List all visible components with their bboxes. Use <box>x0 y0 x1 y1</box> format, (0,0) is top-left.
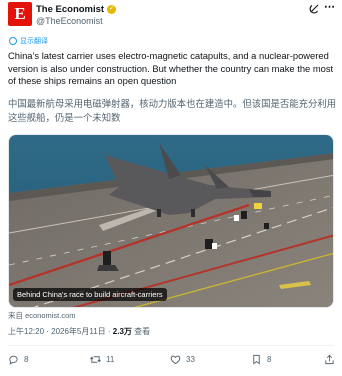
repost-icon <box>90 356 101 363</box>
bookmark-count: 8 <box>267 355 272 364</box>
share-button[interactable] <box>324 354 335 365</box>
heart-icon <box>170 355 181 365</box>
bookmark-button[interactable]: 8 <box>251 354 271 365</box>
views-label: 查看 <box>131 327 151 336</box>
translate-label: 显示翻译 <box>20 38 48 45</box>
tweet-text-en: China’s latest carrier uses electro-magn… <box>8 50 334 87</box>
like-button[interactable]: 33 <box>170 354 195 365</box>
tweet-header: E The Economist ✓ @TheEconomist ⋯ <box>0 0 342 30</box>
tweet-meta: 上午12:20 · 2026年5月11日 · 2.3万 查看 <box>8 326 150 337</box>
repost-count: 11 <box>106 355 115 364</box>
source-link[interactable]: 来自 economist.com <box>8 310 76 321</box>
repost-button[interactable]: 11 <box>90 354 114 365</box>
timestamp[interactable]: 上午12:20 · 2026年5月11日 · <box>8 327 113 336</box>
avatar-letter: E <box>14 4 26 23</box>
display-name[interactable]: The Economist <box>36 4 104 15</box>
carrier-deck-image <box>9 135 333 307</box>
verified-badge-icon: ✓ <box>107 5 117 14</box>
media-caption: Behind China's race to build aircraft-ca… <box>13 288 167 301</box>
handle[interactable]: @TheEconomist <box>36 16 103 26</box>
name-row: The Economist ✓ <box>36 4 117 15</box>
more-icon[interactable]: ⋯ <box>324 0 335 13</box>
reply-button[interactable]: 8 <box>8 354 28 365</box>
media-card[interactable]: Behind China's race to build aircraft-ca… <box>8 134 334 308</box>
bookmark-icon <box>253 354 260 365</box>
show-translation-link[interactable]: 显示翻译 <box>9 36 48 46</box>
globe-icon <box>9 37 17 45</box>
avatar[interactable]: E <box>8 2 32 26</box>
reply-icon <box>9 355 18 365</box>
share-icon <box>325 354 334 365</box>
view-count: 2.3万 <box>112 327 132 336</box>
like-count: 33 <box>186 355 195 364</box>
tweet-text-zh: 中国最新航母采用电磁弹射器，核动力版本也在建造中。但该国是否能充分利用这些舰船，… <box>8 98 337 123</box>
divider <box>8 345 334 346</box>
reply-count: 8 <box>24 355 29 364</box>
action-bar: 8 11 33 8 <box>8 354 338 370</box>
grok-icon[interactable] <box>309 3 320 17</box>
